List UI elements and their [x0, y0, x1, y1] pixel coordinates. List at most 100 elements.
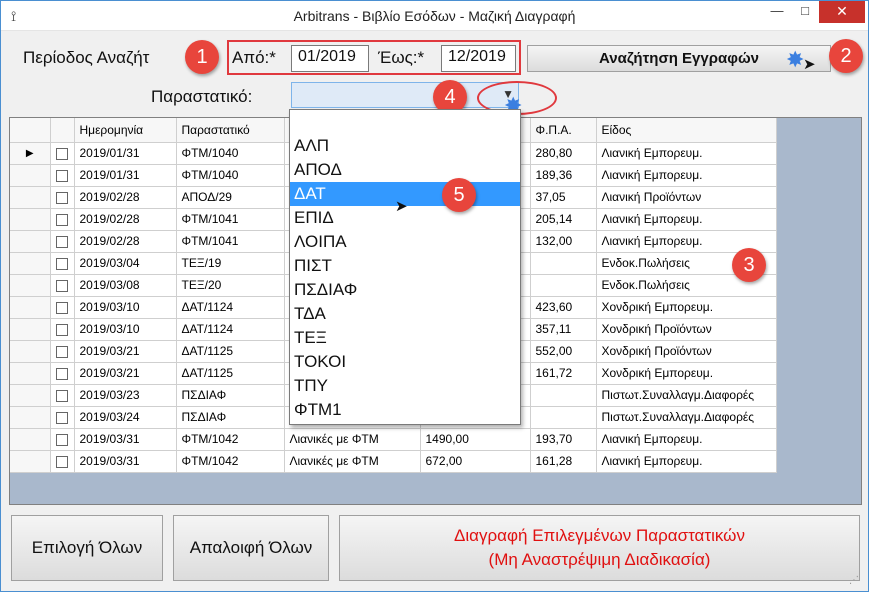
cell-vat [530, 274, 597, 297]
delete-selected-button[interactable]: Διαγραφή Επιλεγμένων Παραστατικών (Μη Αν… [339, 515, 860, 581]
row-checkbox[interactable] [50, 428, 75, 451]
checkbox[interactable] [55, 235, 68, 248]
dropdown-option[interactable]: ΑΠΟΔ [290, 158, 520, 182]
row-checkbox[interactable] [50, 362, 75, 385]
column-header-vat[interactable]: Φ.Π.Α. [530, 118, 597, 143]
cell-document: ΤΕΞ/20 [176, 274, 285, 297]
minimize-icon[interactable]: — [763, 1, 791, 23]
dropdown-option[interactable]: ΤΠΥ [290, 374, 520, 398]
checkbox[interactable] [55, 433, 68, 446]
close-icon[interactable]: ✕ [819, 1, 865, 23]
cell-date: 2019/03/08 [74, 274, 177, 297]
column-header-document[interactable]: Παραστατικό [176, 118, 285, 143]
window-title: Arbitrans - Βιβλίο Εσόδων - Μαζική Διαγρ… [293, 8, 576, 24]
cell-date: 2019/02/28 [74, 186, 177, 209]
cell-date: 2019/03/31 [74, 428, 177, 451]
row-header [10, 428, 51, 451]
cell-date: 2019/02/28 [74, 208, 177, 231]
from-date-input[interactable]: 01/2019 [291, 45, 369, 72]
cell-kind: Χονδρική Εμπορευμ. [596, 296, 777, 319]
cell-document: ΦΤΜ/1041 [176, 208, 285, 231]
resize-grip-icon[interactable]: ⋰ [849, 575, 859, 586]
document-dropdown-list: ΑΛΠ ΑΠΟΔ ΔΑΤ ΕΠΙΔ ΛΟΙΠΑ ΠΙΣΤ ΠΣΔΙΑΦ ΤΔΑ ΤΕΞ ΤΟΚΟΙ… [289, 109, 521, 425]
checkbox[interactable] [55, 213, 68, 226]
to-date-input[interactable]: 12/2019 [441, 45, 516, 72]
deselect-all-button[interactable]: Απαλοιφή Όλων [173, 515, 329, 581]
cell-date: 2019/03/04 [74, 252, 177, 275]
cell-vat [530, 252, 597, 275]
checkbox[interactable] [55, 345, 68, 358]
app-window: ⟟ Arbitrans - Βιβλίο Εσόδων - Μαζική Δια… [0, 0, 869, 592]
cell-vat: 193,70 [530, 428, 597, 451]
cell-description: Λιανικές με ΦΤΜ [284, 428, 421, 451]
row-checkbox[interactable] [50, 384, 75, 407]
row-checkbox[interactable] [50, 142, 75, 165]
cell-kind: Λιανική Εμπορευμ. [596, 428, 777, 451]
row-checkbox[interactable] [50, 274, 75, 297]
checkbox[interactable] [55, 147, 68, 160]
checkbox[interactable] [55, 169, 68, 182]
checkbox[interactable] [55, 257, 68, 270]
cell-vat [530, 384, 597, 407]
cell-document: ΦΤΜ/1042 [176, 428, 285, 451]
select-all-button[interactable]: Επιλογή Όλων [11, 515, 163, 581]
row-header-corner [10, 118, 51, 143]
dropdown-option[interactable]: ΦΤΜ1 [290, 398, 520, 422]
dropdown-option[interactable]: ΤΔΑ [290, 302, 520, 326]
callout-badge-5: 5 [442, 178, 476, 212]
row-checkbox[interactable] [50, 208, 75, 231]
table-row[interactable]: 2019/03/31 ΦΤΜ/1042 Λιανικές με ΦΤΜ 1490,00… [10, 428, 777, 451]
column-header-date[interactable]: Ημερομηνία [74, 118, 177, 143]
table-row[interactable]: 2019/03/31 ΦΤΜ/1042 Λιανικές με ΦΤΜ 672,00 1… [10, 450, 777, 473]
row-checkbox[interactable] [50, 164, 75, 187]
row-header [10, 318, 51, 341]
checkbox[interactable] [55, 191, 68, 204]
cell-kind: Λιανική Εμπορευμ. [596, 208, 777, 231]
row-checkbox[interactable] [50, 186, 75, 209]
row-checkbox[interactable] [50, 406, 75, 429]
row-checkbox[interactable] [50, 252, 75, 275]
cell-kind: Λιανική Εμπορευμ. [596, 164, 777, 187]
period-label: Περίοδος Αναζήτ [23, 48, 150, 67]
document-label: Παραστατικό: [151, 87, 253, 106]
dropdown-option[interactable]: ΤΟΚΟΙ [290, 350, 520, 374]
cell-vat [530, 406, 597, 429]
dropdown-option[interactable]: ΤΕΞ [290, 326, 520, 350]
row-header [10, 186, 51, 209]
cell-amount: 1490,00 [420, 428, 531, 451]
cell-document: ΦΤΜ/1042 [176, 450, 285, 473]
cell-date: 2019/03/31 [74, 450, 177, 473]
row-checkbox[interactable] [50, 450, 75, 473]
checkbox[interactable] [55, 411, 68, 424]
maximize-icon[interactable]: □ [791, 1, 819, 23]
cell-vat: 189,36 [530, 164, 597, 187]
cell-document: ΔΑΤ/1125 [176, 362, 285, 385]
mouse-cursor-icon-2: ➤ [395, 198, 408, 215]
title-bar: ⟟ Arbitrans - Βιβλίο Εσόδων - Μαζική Δια… [1, 1, 868, 31]
row-header [10, 384, 51, 407]
checkbox[interactable] [55, 323, 68, 336]
dropdown-option[interactable]: ΛΟΙΠΑ [290, 230, 520, 254]
cell-vat: 552,00 [530, 340, 597, 363]
checkbox[interactable] [55, 301, 68, 314]
row-checkbox[interactable] [50, 340, 75, 363]
callout-badge-2: 2 [829, 39, 863, 73]
dropdown-option[interactable]: ΑΛΠ [290, 134, 520, 158]
checkbox[interactable] [55, 389, 68, 402]
dropdown-option[interactable]: ΠΣΔΙΑΦ [290, 278, 520, 302]
checkbox[interactable] [55, 367, 68, 380]
row-header [10, 340, 51, 363]
column-header-kind[interactable]: Είδος [596, 118, 777, 143]
row-header [10, 450, 51, 473]
cell-date: 2019/03/24 [74, 406, 177, 429]
checkbox[interactable] [55, 455, 68, 468]
dropdown-option[interactable]: ΠΙΣΤ [290, 254, 520, 278]
row-checkbox[interactable] [50, 318, 75, 341]
cell-kind: Λιανική Εμπορευμ. [596, 450, 777, 473]
cell-document: ΔΑΤ/1124 [176, 296, 285, 319]
cell-date: 2019/01/31 [74, 164, 177, 187]
checkbox[interactable] [55, 279, 68, 292]
cell-vat: 161,72 [530, 362, 597, 385]
row-checkbox[interactable] [50, 296, 75, 319]
row-checkbox[interactable] [50, 230, 75, 253]
